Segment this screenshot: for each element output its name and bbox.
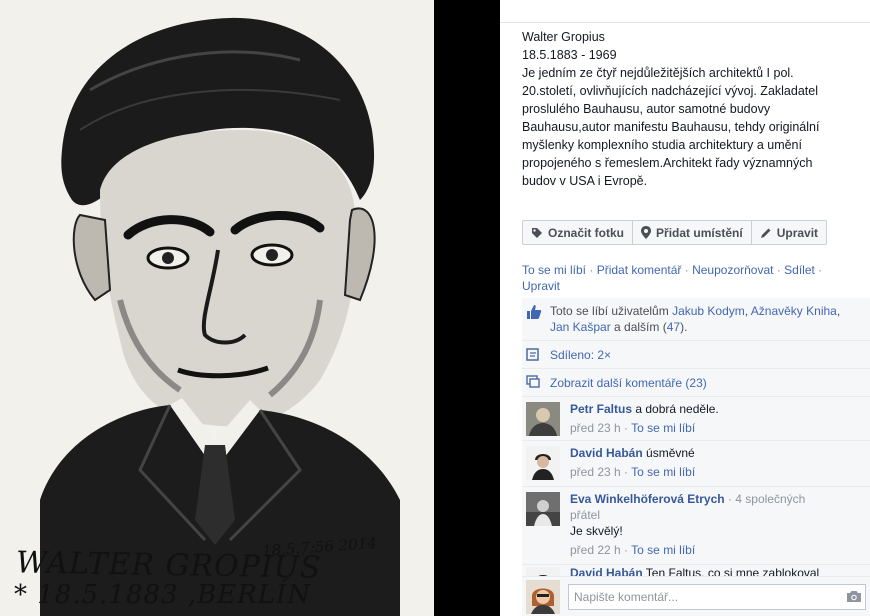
photo-side-panel: Walter Gropius 18.5.1883 - 1969 Je jední… xyxy=(500,0,870,616)
comment-body: Petr Faltus a dobrá neděle. před 23 h · … xyxy=(570,401,866,436)
avatar[interactable] xyxy=(526,446,560,480)
avatar[interactable] xyxy=(526,402,560,436)
separator: · xyxy=(620,421,632,435)
edit-button[interactable]: Upravit xyxy=(752,221,826,244)
liker-link[interactable]: Jan Kašpar xyxy=(550,320,611,334)
comment-text: úsměvné xyxy=(642,446,695,460)
like-link[interactable]: To se mi líbí xyxy=(522,263,586,277)
comment-text: Je skvělý! xyxy=(570,524,623,538)
separator: · xyxy=(586,263,597,277)
description-line: budov v USA i Evropě. xyxy=(522,174,648,188)
comment-author[interactable]: Eva Winkelhöferová Etrych xyxy=(570,492,725,506)
location-pin-icon xyxy=(641,226,652,239)
description-line: propojeného s řemeslem.Architekt řady vý… xyxy=(522,156,813,170)
edit-link[interactable]: Upravit xyxy=(522,279,560,293)
description-line: myšlenky komplexního studia architektury… xyxy=(522,138,802,152)
comment-like-link[interactable]: To se mi líbí xyxy=(631,543,695,557)
description-line: proslulého Bauhausu, autor samotné budov… xyxy=(522,102,771,116)
camera-icon[interactable] xyxy=(846,590,862,606)
comment-author[interactable]: Petr Faltus xyxy=(570,402,632,416)
divider xyxy=(500,22,870,23)
tag-icon xyxy=(531,227,543,239)
shares-row[interactable]: Sdíleno: 2× xyxy=(522,340,870,368)
likes-others: a dalším ( xyxy=(610,320,667,334)
comment-author[interactable]: David Habán xyxy=(570,446,643,460)
comment-input[interactable] xyxy=(568,584,866,610)
tag-photo-label: Označit fotku xyxy=(548,225,625,240)
unfollow-link[interactable]: Neupozorňovat xyxy=(692,263,773,277)
comment-text: a dobrá neděle. xyxy=(632,402,719,416)
view-more-comments-link[interactable]: Zobrazit další komentáře (23) xyxy=(550,376,707,390)
add-comment-link[interactable]: Přidat komentář xyxy=(597,263,682,277)
add-location-button[interactable]: Přidat umístění xyxy=(633,221,752,244)
comments-icon xyxy=(526,375,540,392)
pencil-icon xyxy=(760,227,772,239)
comment: David Habán úsměvné před 23 h · To se mi… xyxy=(522,440,870,486)
description-line: 20.století, ovlivňujících nadcházející v… xyxy=(522,84,818,98)
comment-time[interactable]: před 23 h xyxy=(570,421,621,435)
mutual-friends[interactable]: · 4 společných xyxy=(725,492,805,506)
description-line: 18.5.1883 - 1969 xyxy=(522,48,617,62)
thumbs-up-icon xyxy=(526,304,542,323)
shares-link[interactable]: Sdíleno: 2× xyxy=(550,348,611,362)
liker-link[interactable]: Jakub Kodym xyxy=(672,304,745,318)
description-line: Je jedním ze čtyř nejdůležitějších archi… xyxy=(522,66,794,80)
tag-photo-button[interactable]: Označit fotku xyxy=(523,221,634,244)
share-link[interactable]: Sdílet xyxy=(784,263,815,277)
likes-suffix: ). xyxy=(680,320,688,334)
likes-text: Toto se líbí uživatelům Jakub Kodym, Ažn… xyxy=(550,303,866,335)
add-location-label: Přidat umístění xyxy=(656,225,743,240)
portrait-drawing: WALTER GROPIUS * 18.5.1883 ,BERLÍN 18.5.… xyxy=(0,0,434,616)
portrait-sketch xyxy=(40,17,400,616)
separator: · xyxy=(620,465,632,479)
photo-viewer: WALTER GROPIUS * 18.5.1883 ,BERLÍN 18.5.… xyxy=(0,0,500,616)
feedback-box: Toto se líbí uživatelům Jakub Kodym, Ažn… xyxy=(522,298,870,616)
comment: Eva Winkelhöferová Etrych · 4 společných… xyxy=(522,486,870,564)
photo-description: Walter Gropius 18.5.1883 - 1969 Je jední… xyxy=(522,28,862,190)
description-line: Bauhausu,autor manifestu Bauhausu, tehdy… xyxy=(522,120,820,134)
comment-like-link[interactable]: To se mi líbí xyxy=(631,421,695,435)
separator: · xyxy=(681,263,693,277)
likes-prefix: Toto se líbí uživatelům xyxy=(550,304,673,318)
comment-time[interactable]: před 23 h xyxy=(570,465,621,479)
description-line: Walter Gropius xyxy=(522,30,605,44)
likes-count-link[interactable]: 47 xyxy=(667,320,680,334)
edit-label: Upravit xyxy=(776,225,819,240)
comment-like-link[interactable]: To se mi líbí xyxy=(631,465,695,479)
separator: · xyxy=(814,263,823,277)
likes-row: Toto se líbí uživatelům Jakub Kodym, Ažn… xyxy=(522,298,870,340)
separator: · xyxy=(620,543,632,557)
more-comments-row[interactable]: Zobrazit další komentáře (23) xyxy=(522,368,870,396)
separator: · xyxy=(773,263,785,277)
avatar[interactable] xyxy=(526,492,560,526)
comment-composer xyxy=(522,576,870,616)
post-links: To se mi líbí · Přidat komentář · Neupoz… xyxy=(522,262,862,294)
comment-time[interactable]: před 22 h xyxy=(570,543,621,557)
mutual-friends-suffix: přátel xyxy=(570,508,601,522)
comment-body: Eva Winkelhöferová Etrych · 4 společných… xyxy=(570,491,866,558)
current-user-avatar xyxy=(526,580,560,614)
share-icon xyxy=(526,347,540,364)
comment-body: David Habán úsměvné před 23 h · To se mi… xyxy=(570,445,866,480)
comment: Petr Faltus a dobrá neděle. před 23 h · … xyxy=(522,396,870,440)
photo-actions: Označit fotku Přidat umístění Upravit xyxy=(522,220,828,245)
caption-birth: * 18.5.1883 ,BERLÍN xyxy=(14,580,312,610)
separator: , xyxy=(836,304,841,318)
liker-link[interactable]: Ažnavěky Kniha xyxy=(751,304,837,318)
